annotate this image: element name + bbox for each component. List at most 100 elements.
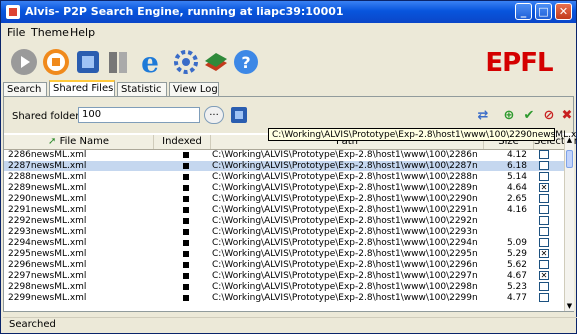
indexed-marker-icon (183, 194, 191, 205)
delete-icon[interactable]: ✖ (559, 108, 575, 124)
minimize-button[interactable]: _ (515, 3, 532, 20)
selection-checkbox[interactable] (539, 161, 549, 170)
indexed-marker-icon (183, 238, 191, 249)
selection-checkbox[interactable] (539, 238, 549, 247)
indexed-marker-icon (183, 227, 191, 238)
settings-icon[interactable] (171, 47, 201, 77)
selection-checkbox[interactable] (539, 150, 549, 159)
path-cell: C:\Working\ALVIS\Prototype\Exp-2.8\host1… (212, 205, 478, 215)
tab-statistic[interactable]: Statistic (117, 82, 167, 96)
indexed-marker-icon (183, 172, 191, 183)
table-row[interactable]: 2295newsML.xml C:\Working\ALVIS\Prototype… (4, 249, 564, 259)
menu-theme[interactable]: Theme (31, 26, 69, 39)
selection-checkbox[interactable] (539, 194, 549, 203)
header-file-name-label: File Name (59, 136, 109, 147)
file-name-cell: 2292newsML.xml (8, 216, 87, 226)
file-name-cell: 2296newsML.xml (8, 260, 87, 270)
path-cell: C:\Working\ALVIS\Prototype\Exp-2.8\host1… (212, 271, 478, 281)
table-row[interactable]: 2288newsML.xml C:\Working\ALVIS\Prototype… (4, 172, 564, 182)
size-cell: 4.12 (506, 150, 527, 160)
menu-help[interactable]: Help (70, 26, 95, 39)
selection-checkbox[interactable]: ✕ (539, 249, 549, 258)
indexed-marker-icon (183, 161, 191, 172)
check-icon[interactable]: ✔ (521, 108, 537, 124)
path-cell: C:\Working\ALVIS\Prototype\Exp-2.8\host1… (212, 293, 478, 303)
app-window: Alvis- P2P Search Engine, running at lia… (0, 0, 577, 334)
menu-bar: File Theme Help (1, 23, 576, 41)
path-cell: C:\Working\ALVIS\Prototype\Exp-2.8\host1… (212, 183, 478, 193)
indexed-marker-icon (183, 260, 191, 271)
size-cell: 5.62 (506, 260, 527, 270)
table-row[interactable]: 2296newsML.xml C:\Working\ALVIS\Prototype… (4, 260, 564, 270)
play-icon[interactable] (9, 47, 39, 77)
table-row[interactable]: 2286newsML.xml C:\Working\ALVIS\Prototype… (4, 150, 564, 160)
books-icon[interactable] (201, 47, 231, 77)
stop-icon[interactable] (41, 47, 71, 77)
file-name-cell: 2291newsML.xml (8, 205, 87, 215)
maximize-button[interactable]: □ (535, 3, 552, 20)
table-row[interactable]: 2293newsML.xml C:\Working\ALVIS\Prototype… (4, 227, 564, 237)
table-row[interactable]: 2291newsML.xml C:\Working\ALVIS\Prototype… (4, 205, 564, 215)
tab-search[interactable]: Search (3, 82, 47, 96)
help-icon[interactable]: ? (231, 47, 261, 77)
selection-checkbox[interactable] (539, 172, 549, 181)
file-name-cell: 2298newsML.xml (8, 282, 87, 292)
menu-file[interactable]: File (7, 26, 25, 39)
selection-checkbox[interactable]: ✕ (539, 271, 549, 280)
file-table-body: 2286newsML.xml C:\Working\ALVIS\Prototype… (4, 150, 564, 311)
table-row[interactable]: 2297newsML.xml C:\Working\ALVIS\Prototype… (4, 271, 564, 281)
refresh-icon[interactable]: ⇄ (475, 108, 491, 124)
table-row[interactable]: 2287newsML.xml C:\Working\ALVIS\Prototype… (4, 161, 564, 171)
path-cell: C:\Working\ALVIS\Prototype\Exp-2.8\host1… (212, 282, 478, 292)
status-bar: Searched (3, 317, 577, 332)
window-title: Alvis- P2P Search Engine, running at lia… (25, 5, 344, 18)
header-indexed[interactable]: Indexed (154, 135, 211, 149)
close-button[interactable]: ✕ (555, 3, 572, 20)
server-icon[interactable] (103, 47, 133, 77)
share-folder-icon[interactable] (229, 105, 249, 125)
indexed-marker-icon (183, 293, 191, 304)
size-cell: 4.64 (506, 183, 527, 193)
selection-checkbox[interactable]: ✕ (539, 183, 549, 192)
path-cell: C:\Working\ALVIS\Prototype\Exp-2.8\host1… (212, 161, 478, 171)
size-cell: 5.29 (506, 249, 527, 259)
add-icon[interactable]: ⊕ (501, 108, 517, 124)
tab-view-log[interactable]: View Log (169, 82, 219, 96)
indexed-marker-icon (183, 249, 191, 260)
file-name-cell: 2288newsML.xml (8, 172, 87, 182)
file-name-cell: 2286newsML.xml (8, 150, 87, 160)
selection-checkbox[interactable] (539, 205, 549, 214)
title-bar[interactable]: Alvis- P2P Search Engine, running at lia… (1, 1, 576, 23)
indexed-marker-icon (183, 150, 191, 161)
tab-shared-files[interactable]: Shared Files (49, 80, 115, 96)
vertical-scrollbar[interactable]: ▲ ▼ (564, 135, 574, 311)
selection-checkbox[interactable] (539, 227, 549, 236)
path-cell: C:\Working\ALVIS\Prototype\Exp-2.8\host1… (212, 227, 478, 237)
network-icon[interactable] (73, 47, 103, 77)
indexed-marker-icon (183, 216, 191, 227)
table-row[interactable]: 2290newsML.xml C:\Working\ALVIS\Prototype… (4, 194, 564, 204)
scroll-thumb[interactable] (566, 150, 573, 168)
shared-folder-label: Shared folder (12, 111, 80, 122)
table-row[interactable]: 2294newsML.xml C:\Working\ALVIS\Prototype… (4, 238, 564, 248)
selection-checkbox[interactable] (539, 282, 549, 291)
internet-explorer-icon[interactable]: e (135, 47, 165, 77)
selection-checkbox[interactable] (539, 260, 549, 269)
path-cell: C:\Working\ALVIS\Prototype\Exp-2.8\host1… (212, 238, 478, 248)
epfl-logo: EPFL (485, 48, 553, 78)
size-cell: 4.77 (506, 293, 527, 303)
clear-icon[interactable]: ⊘ (541, 108, 557, 124)
selection-checkbox[interactable] (539, 216, 549, 225)
header-file-name[interactable]: ➚ File Name (4, 135, 154, 149)
shared-folder-input[interactable]: 100 (78, 107, 200, 123)
scroll-down-icon[interactable]: ▼ (565, 301, 574, 311)
svg-text:e: e (141, 47, 159, 77)
table-row[interactable]: 2289newsML.xml C:\Working\ALVIS\Prototype… (4, 183, 564, 193)
table-row[interactable]: 2298newsML.xml C:\Working\ALVIS\Prototype… (4, 282, 564, 292)
indexed-marker-icon (183, 282, 191, 293)
selection-checkbox[interactable] (539, 293, 549, 302)
file-name-cell: 2295newsML.xml (8, 249, 87, 259)
table-row[interactable]: 2299newsML.xml C:\Working\ALVIS\Prototype… (4, 293, 564, 303)
browse-button[interactable]: ... (204, 106, 224, 124)
table-row[interactable]: 2292newsML.xml C:\Working\ALVIS\Prototype… (4, 216, 564, 226)
